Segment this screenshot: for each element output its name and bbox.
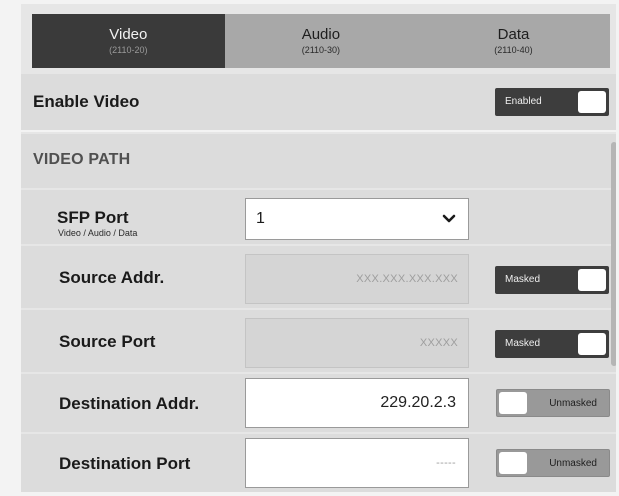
sfp-port-value: 1 (256, 210, 265, 227)
vertical-scrollbar[interactable] (611, 142, 616, 366)
source-port-field[interactable]: XXXXX (245, 318, 469, 368)
source-addr-field[interactable]: XXX.XXX.XXX.XXX (245, 254, 469, 304)
source-port-label: Source Port (59, 332, 156, 351)
toggle-knob (578, 91, 606, 113)
video-path-section: VIDEO PATH (21, 134, 616, 188)
destination-addr-mask-toggle[interactable]: Unmasked (496, 389, 610, 417)
tab-data-label: Data (497, 25, 530, 43)
source-port-mask-toggle[interactable]: Masked (495, 330, 609, 358)
sfp-port-row: SFP Port Video / Audio / Data 1 (21, 190, 616, 244)
tab-audio-standard: (2110-30) (301, 44, 341, 55)
tab-video-label: Video (109, 25, 148, 43)
destination-port-placeholder: ----- (436, 457, 456, 469)
source-port-placeholder: XXXXX (419, 337, 458, 349)
toggle-knob (499, 392, 527, 414)
toggle-knob (578, 333, 606, 355)
destination-addr-input[interactable]: 229.20.2.3 (245, 378, 469, 428)
tab-video[interactable]: Video (2110-20) (32, 14, 225, 68)
destination-addr-mask-text: Unmasked (549, 398, 597, 409)
destination-addr-value: 229.20.2.3 (380, 394, 456, 411)
enable-video-toggle[interactable]: Enabled (495, 88, 609, 116)
tab-data[interactable]: Data (2110-40) (417, 14, 610, 68)
enable-video-label: Enable Video (33, 92, 140, 111)
destination-port-mask-toggle[interactable]: Unmasked (496, 449, 610, 477)
source-addr-row: Source Addr. XXX.XXX.XXX.XXX Masked (21, 246, 616, 308)
video-settings-panel: Video (2110-20) Audio (2110-30) Data (21… (21, 4, 616, 492)
tab-audio-label: Audio (301, 25, 341, 43)
source-addr-label: Source Addr. (59, 268, 165, 287)
stream-tabs: Video (2110-20) Audio (2110-30) Data (21… (32, 14, 610, 68)
source-addr-placeholder: XXX.XXX.XXX.XXX (356, 273, 458, 285)
enable-video-row: Enable Video Enabled (21, 74, 616, 132)
sfp-port-label: SFP Port (57, 208, 129, 227)
destination-addr-row: Destination Addr. 229.20.2.3 Unmasked (21, 374, 616, 432)
sfp-port-sublabel: Video / Audio / Data (58, 228, 138, 238)
enable-video-toggle-text: Enabled (505, 96, 542, 107)
section-title: VIDEO PATH (33, 151, 131, 168)
tab-data-standard: (2110-40) (494, 44, 533, 55)
tab-audio[interactable]: Audio (2110-30) (224, 14, 418, 68)
source-port-row: Source Port XXXXX Masked (21, 310, 616, 372)
destination-port-row: Destination Port ----- Unmasked (21, 434, 616, 492)
toggle-knob (578, 269, 606, 291)
destination-port-label: Destination Port (59, 454, 191, 473)
source-port-mask-text: Masked (505, 338, 541, 349)
source-addr-mask-toggle[interactable]: Masked (495, 266, 609, 294)
destination-port-mask-text: Unmasked (549, 458, 597, 469)
source-addr-mask-text: Masked (505, 274, 541, 285)
toggle-knob (499, 452, 527, 474)
destination-port-input[interactable]: ----- (245, 438, 469, 488)
destination-addr-label: Destination Addr. (59, 394, 200, 413)
chevron-down-icon (442, 214, 456, 223)
sfp-port-select[interactable]: 1 (245, 198, 469, 240)
tab-video-standard: (2110-20) (109, 44, 148, 55)
